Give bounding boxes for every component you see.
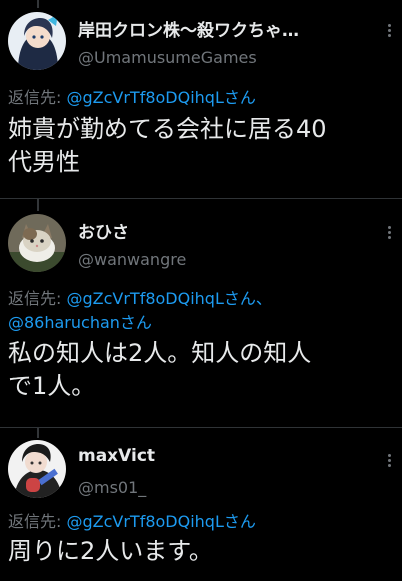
mention-link[interactable]: @86haruchanさん [8, 313, 152, 332]
display-name[interactable]: maxVict [78, 446, 155, 466]
tweet-text-line: 代男性 [8, 148, 80, 176]
thread-connector [37, 199, 39, 211]
thread-connector [37, 0, 39, 8]
reply-prefix: 返信先: [8, 512, 67, 531]
anime-guitarist-avatar-icon [8, 440, 66, 498]
user-handle[interactable]: @ms01_ [78, 478, 146, 497]
tweet-text-line: 私の知人は2人。知人の知人 [8, 339, 312, 367]
tweet-divider [0, 427, 402, 428]
tweet-divider [0, 198, 402, 199]
display-name[interactable]: 岸田クロン株〜殺ワクちゃ… [78, 16, 299, 41]
tweet-text-line: で1人。 [8, 372, 96, 400]
reply-to: 返信先: @gZcVrTf8oDQihqLさん、 @86haruchanさん [8, 288, 272, 334]
mention-link[interactable]: @gZcVrTf8oDQihqLさん [66, 88, 255, 107]
thread-connector [37, 428, 39, 438]
more-options-icon[interactable] [386, 226, 392, 241]
tweet-text: 姉貴が勤めてる会社に居る40 代男性 [8, 113, 398, 179]
tweet-text: 私の知人は2人。知人の知人 で1人。 [8, 337, 398, 403]
reply-prefix: 返信先: [8, 88, 67, 107]
tweet-text-line: 周りに2人います。 [8, 537, 213, 565]
anime-character-avatar-icon [8, 12, 66, 70]
user-handle[interactable]: @UmamusumeGames [78, 48, 257, 67]
avatar[interactable] [8, 440, 66, 498]
reply-to: 返信先: @gZcVrTf8oDQihqLさん [8, 87, 256, 109]
display-name[interactable]: おひさ [78, 218, 129, 243]
avatar[interactable] [8, 12, 66, 70]
user-handle[interactable]: @wanwangre [78, 250, 186, 269]
more-options-icon[interactable] [386, 24, 392, 39]
cat-photo-avatar-icon [8, 214, 66, 272]
tweet-text-line: 姉貴が勤めてる会社に居る40 [8, 115, 327, 143]
more-options-icon[interactable] [386, 454, 392, 469]
reply-prefix: 返信先: [8, 289, 67, 308]
mention-link[interactable]: @gZcVrTf8oDQihqLさん [66, 512, 255, 531]
avatar[interactable] [8, 214, 66, 272]
mention-link[interactable]: @gZcVrTf8oDQihqLさん、 [66, 289, 271, 308]
reply-to: 返信先: @gZcVrTf8oDQihqLさん [8, 511, 256, 533]
tweet-text: 周りに2人います。 [8, 535, 398, 568]
